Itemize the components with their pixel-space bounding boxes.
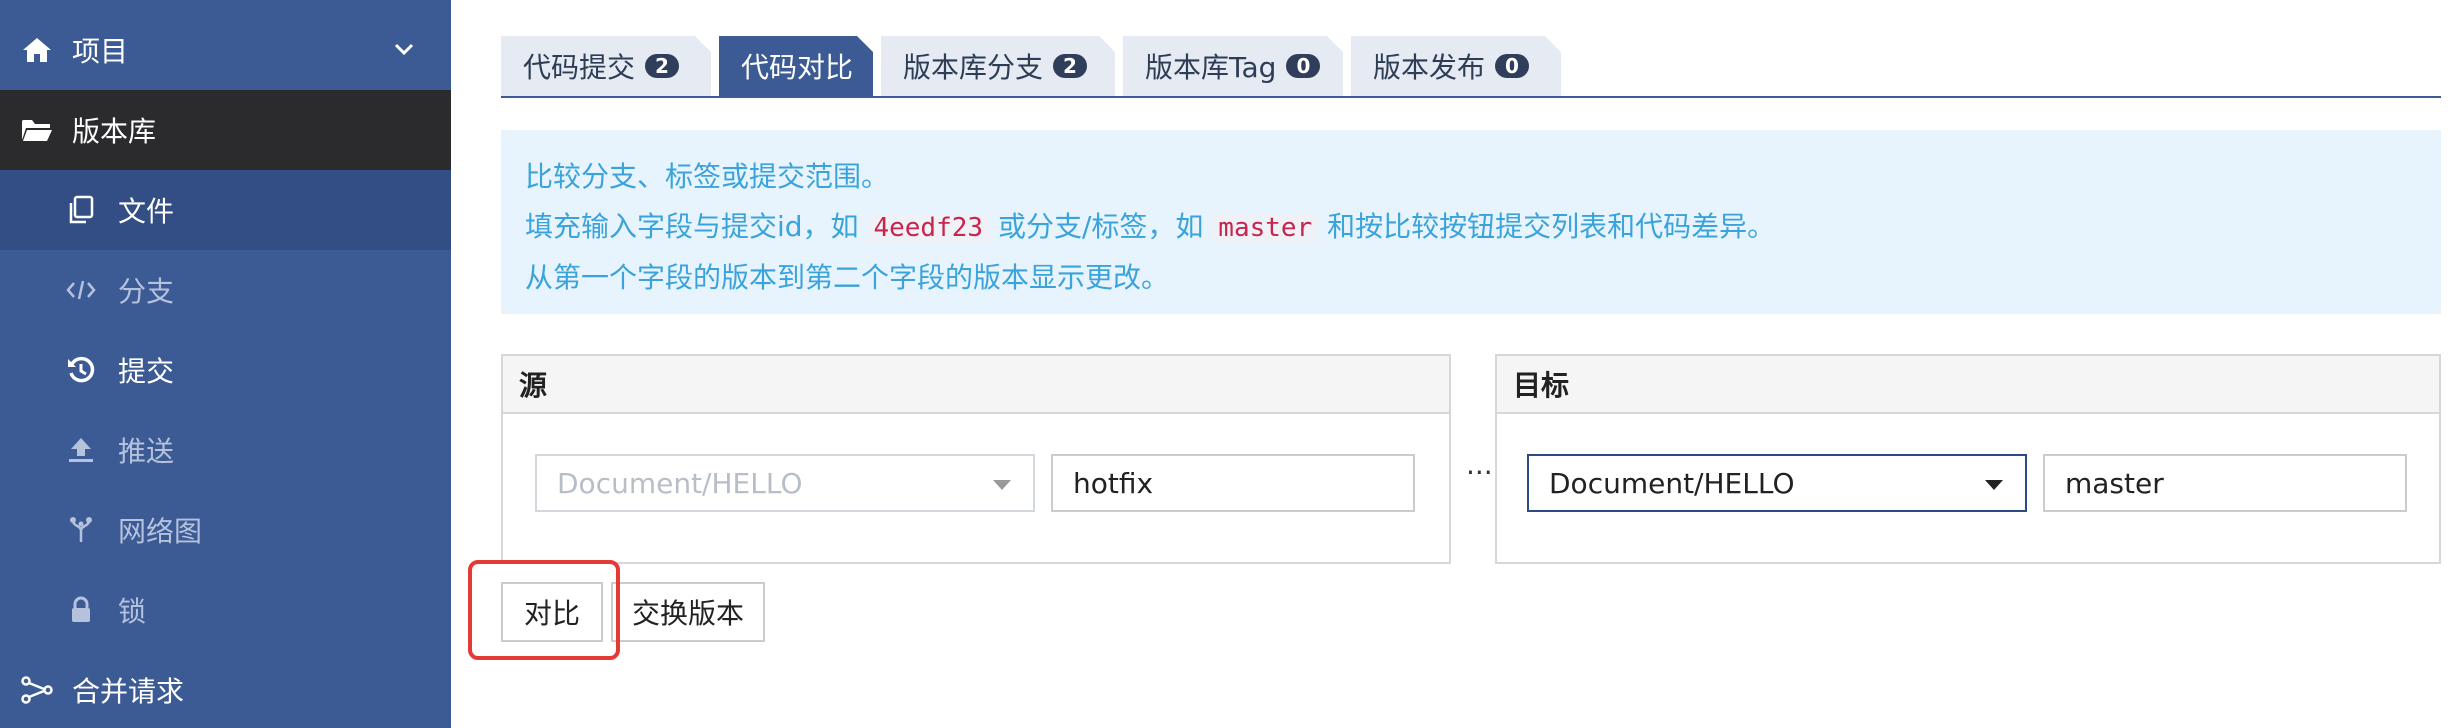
tab-commits[interactable]: 代码提交 2 [501,36,711,96]
upload-icon [64,433,98,467]
caret-down-icon [1985,480,2003,490]
target-title: 目标 [1497,356,2439,414]
history-icon [64,353,98,387]
info-line: 比较分支、标签或提交范围。 [525,160,890,193]
source-panel: 源 Document/HELLO [501,354,1451,564]
info-message: 比较分支、标签或提交范围。 填充输入字段与提交id，如 4eedf23 或分支/… [501,130,2441,314]
target-ref-input[interactable] [2043,454,2407,512]
info-text: 或分支/标签，如 [997,210,1204,243]
source-title: 源 [503,356,1449,414]
info-line: 从第一个字段的版本到第二个字段的版本显示更改。 [525,261,1170,294]
sidebar-item-lock[interactable]: 锁 [0,570,451,650]
chevron-down-icon [394,43,414,56]
tab-compare[interactable]: 代码对比 [719,36,873,96]
tab-label: 版本库Tag [1145,51,1277,84]
sidebar-item-network[interactable]: 网络图 [0,490,451,570]
merge-icon [20,673,54,707]
files-icon [64,193,98,227]
tab-label: 代码对比 [741,51,854,84]
sidebar-item-project[interactable]: 项目 [0,10,451,90]
source-repo-select[interactable]: Document/HELLO [535,454,1035,512]
info-text: 填充输入字段与提交id，如 [525,210,859,243]
count-badge: 0 [1286,54,1320,78]
branch-example: master [1212,213,1319,243]
sidebar-item-commits[interactable]: 提交 [0,330,451,410]
target-panel: 目标 Document/HELLO [1495,354,2441,564]
tab-bar: 代码提交 2 代码对比 版本库分支 2 版本库Tag 0 版本发布 0 [501,36,2441,98]
caret-down-icon [993,480,1011,490]
count-badge: 2 [1053,54,1087,78]
sidebar-item-repository[interactable]: 版本库 [0,90,451,170]
commit-id-example: 4eedf23 [867,213,990,243]
info-text: 和按比较按钮提交列表和代码差异。 [1327,210,1776,243]
tab-label: 代码提交 [523,51,636,84]
range-separator: ... [1466,448,1493,481]
highlight-box [468,560,620,660]
sidebar-item-label: 分支 [118,275,175,308]
source-ref-input[interactable] [1051,454,1415,512]
fork-icon [64,513,98,547]
tab-branches[interactable]: 版本库分支 2 [881,36,1115,96]
sidebar-item-label: 网络图 [118,515,203,548]
tab-label: 版本库分支 [903,51,1044,84]
code-icon [64,273,98,307]
sidebar-item-files[interactable]: 文件 [0,170,451,250]
sidebar-item-label: 锁 [118,595,147,628]
tab-label: 版本发布 [1373,51,1486,84]
count-badge: 2 [645,54,679,78]
sidebar-item-label: 项目 [72,35,129,68]
sidebar-item-label: 合并请求 [72,675,185,708]
source-repo-value: Document/HELLO [557,466,803,500]
target-repo-value: Document/HELLO [1549,466,1795,500]
sidebar-item-push[interactable]: 推送 [0,410,451,490]
sidebar-item-merge-requests[interactable]: 合并请求 [0,650,451,728]
lock-icon [64,593,98,627]
home-icon [20,33,54,67]
sidebar-item-label: 提交 [118,355,175,388]
info-line: 填充输入字段与提交id，如 4eedf23 或分支/标签，如 master 和按… [525,202,2417,253]
tab-releases[interactable]: 版本发布 0 [1351,36,1561,96]
count-badge: 0 [1495,54,1529,78]
sidebar-item-branches[interactable]: 分支 [0,250,451,330]
sidebar-item-label: 推送 [118,435,175,468]
sidebar: 项目 版本库 文件 分支 提交 推送 网络图 锁 合并请求 [0,0,451,728]
main-content: 代码提交 2 代码对比 版本库分支 2 版本库Tag 0 版本发布 0 比较分支… [451,0,2458,728]
tab-tags[interactable]: 版本库Tag 0 [1123,36,1343,96]
sidebar-item-label: 版本库 [72,115,157,148]
target-repo-select[interactable]: Document/HELLO [1527,454,2027,512]
folder-open-icon [20,113,54,147]
swap-button[interactable]: 交换版本 [611,582,765,642]
sidebar-item-label: 文件 [118,195,175,228]
